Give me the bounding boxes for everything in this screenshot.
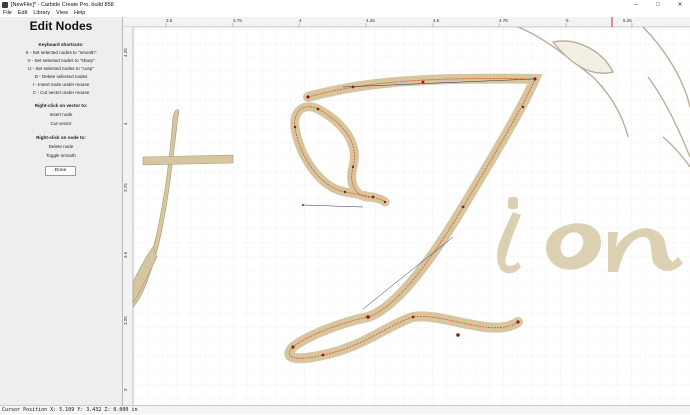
vector-cut: Cut vector xyxy=(50,121,72,126)
ruler-label: 5.25 xyxy=(623,18,632,23)
app-icon xyxy=(2,1,8,8)
ruler-label: 4.5 xyxy=(433,18,440,23)
ruler-label: 4.25 xyxy=(123,48,128,57)
menu-library[interactable]: Library xyxy=(30,10,53,16)
left-ruler: 4.25 4 3.75 3.5 3.25 3 xyxy=(123,27,134,405)
shortcut-cut: C - Cut vector under mouse xyxy=(32,90,90,95)
shortcut-insert: I - Insert node under mouse xyxy=(32,82,90,87)
ruler-label: 3.75 xyxy=(233,18,242,23)
shortcut-cusp: U - Set selected nodes to "cusp" xyxy=(28,66,94,71)
ruler-label: 4.75 xyxy=(499,18,508,23)
ruler-label: 4.25 xyxy=(366,18,375,23)
shortcut-smooth: S - Set selected nodes to "smooth" xyxy=(25,50,97,55)
menu-view[interactable]: View xyxy=(53,10,71,16)
ruler-label: 3.25 xyxy=(123,316,128,325)
window-title: [NewFile]* - Carbide Create Pro, build 8… xyxy=(11,1,114,8)
vector-insert-node: Insert node xyxy=(49,112,73,117)
menu-help[interactable]: Help xyxy=(71,10,88,16)
done-button[interactable]: Done xyxy=(45,166,76,176)
node-delete: Delete node xyxy=(48,144,74,149)
close-button[interactable]: ✕ xyxy=(670,0,690,9)
edit-nodes-panel: Edit Nodes Keyboard shortcuts: S - Set s… xyxy=(0,17,123,405)
maximize-button[interactable]: □ xyxy=(648,0,668,9)
canvas-svg[interactable]: 3.5 3.75 4 4.25 4.5 4.75 5 5.25 4.25 4 3… xyxy=(123,17,690,405)
ruler-label: 3.5 xyxy=(123,251,128,258)
node-toggle-smooth: Toggle smooth xyxy=(46,153,76,158)
shortcut-sharp: V - Set selected nodes to "sharp" xyxy=(27,58,95,63)
minimize-button[interactable]: – xyxy=(626,0,646,9)
design-canvas[interactable]: 3.5 3.75 4 4.25 4.5 4.75 5 5.25 4.25 4 3… xyxy=(123,17,690,405)
node-heading: Right-click on node to: xyxy=(36,135,86,140)
status-bar: Cursor Position X: 5.109 Y: 3.432 Z: 0.0… xyxy=(0,405,690,414)
ruler-label: 3.5 xyxy=(166,18,173,23)
ruler-label: 3.75 xyxy=(123,183,128,192)
vector-heading: Right-click on vector to: xyxy=(34,103,88,108)
panel-title: Edit Nodes xyxy=(29,19,93,33)
title-bar: [NewFile]* - Carbide Create Pro, build 8… xyxy=(0,0,690,9)
shortcut-delete: D - Delete selected nodes xyxy=(34,74,88,79)
keyboard-heading: Keyboard shortcuts: xyxy=(38,42,84,47)
menu-file[interactable]: File xyxy=(0,10,15,16)
menu-edit[interactable]: Edit xyxy=(15,10,30,16)
top-ruler: 3.5 3.75 4 4.25 4.5 4.75 5 5.25 xyxy=(123,17,690,28)
